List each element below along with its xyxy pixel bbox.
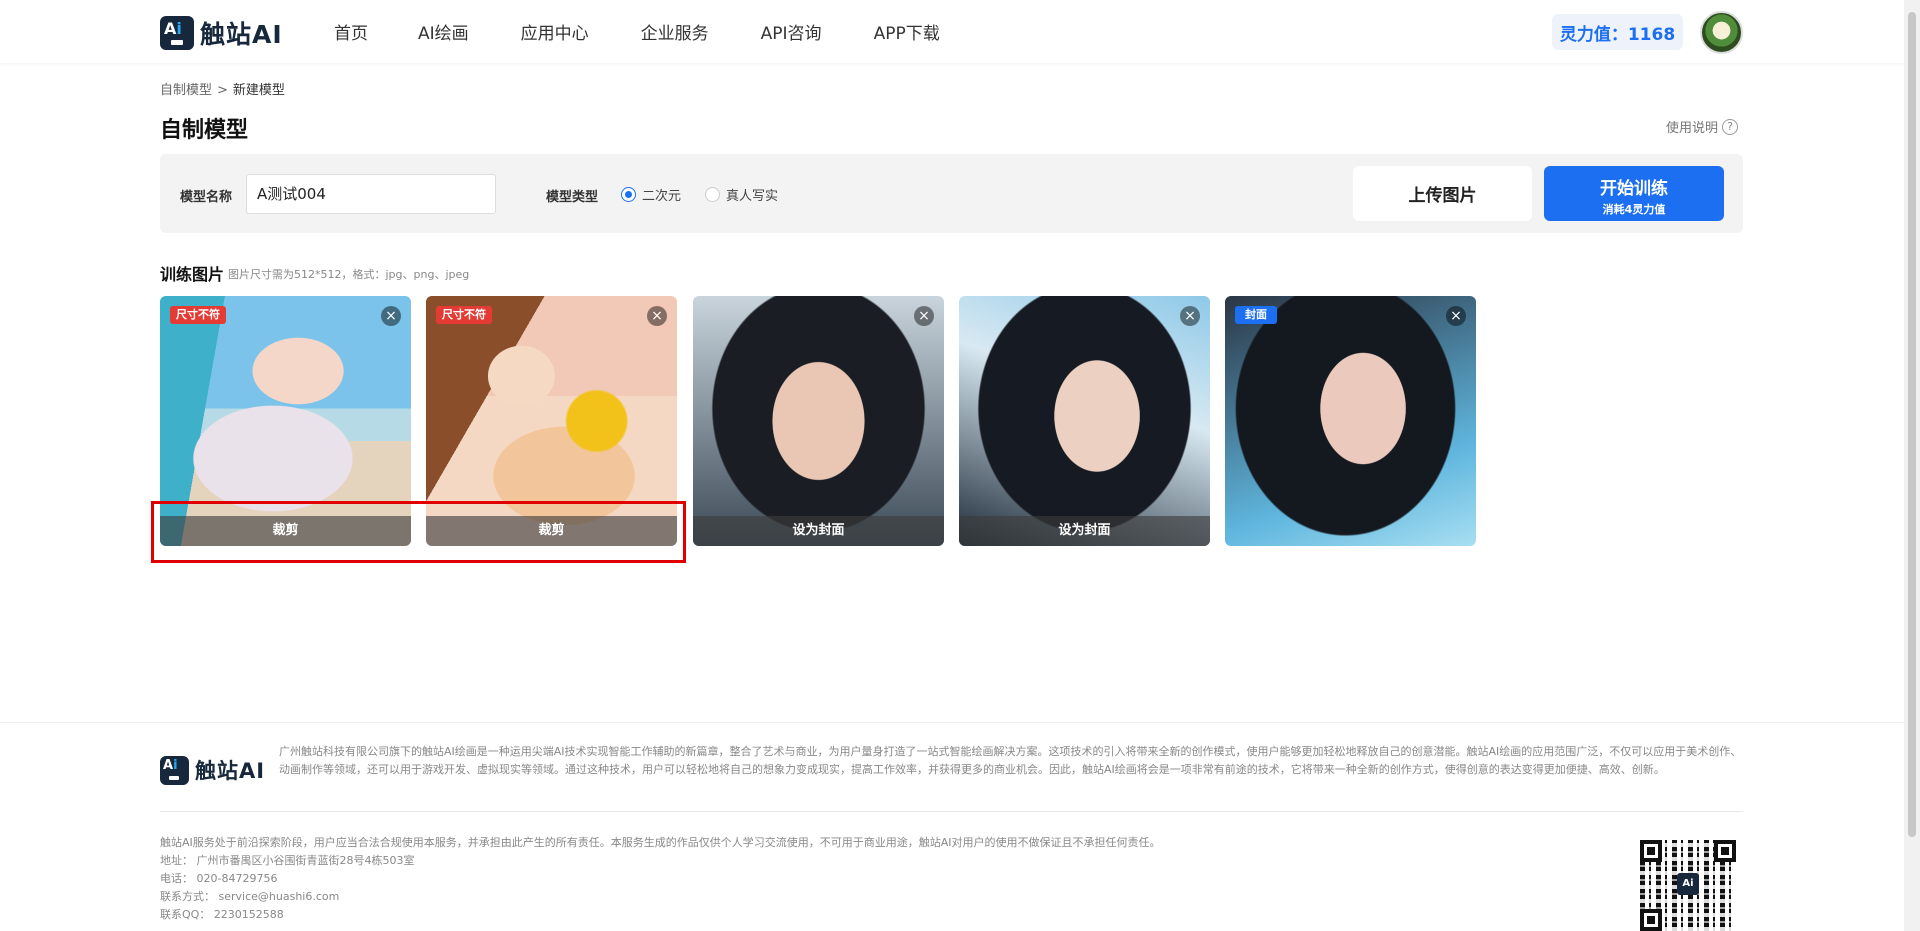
remove-image-icon[interactable]: × <box>647 306 667 326</box>
qr-finder <box>1714 840 1736 862</box>
top-header: Ai 触站AI 首页 AI绘画 应用中心 企业服务 API咨询 APP下载 灵力… <box>0 0 1904 63</box>
footer-logo-text: 触站AI <box>195 759 266 783</box>
footer-email: 联系方式： service@huashi6.com <box>160 890 340 903</box>
nav-enterprise[interactable]: 企业服务 <box>641 19 709 44</box>
usage-guide-label: 使用说明 <box>1666 121 1719 136</box>
qr-finder <box>1640 840 1662 862</box>
start-training-label: 开始训练 <box>1600 179 1668 199</box>
footer-qq: 联系QQ： 2230152588 <box>160 908 284 921</box>
type-realistic-label: 真人写实 <box>726 189 779 204</box>
site-logo[interactable]: Ai 触站AI <box>160 15 283 51</box>
model-name-input[interactable]: A测试004 <box>246 174 496 214</box>
breadcrumb-separator: > <box>217 83 228 98</box>
model-type-label: 模型类型 <box>546 190 599 205</box>
nav-app-download[interactable]: APP下载 <box>874 19 940 44</box>
page-title: 自制模型 <box>160 118 249 143</box>
remove-image-icon[interactable]: × <box>1446 306 1466 326</box>
dark-hair-girl-image <box>693 296 944 546</box>
training-image-card[interactable]: × 设为封面 <box>959 296 1210 546</box>
training-cost-label: 消耗4灵力值 <box>1602 203 1666 216</box>
set-cover-button[interactable]: 设为封面 <box>959 516 1210 546</box>
footer-disclaimer: 触站AI服务处于前沿探索阶段，用户应当合法合规使用本服务，并承担由此产生的所有责… <box>160 836 1161 849</box>
upload-images-button[interactable]: 上传图片 <box>1353 166 1532 221</box>
main-nav: 首页 AI绘画 应用中心 企业服务 API咨询 APP下载 <box>334 0 992 63</box>
logo-text: 触站AI <box>200 20 283 49</box>
page-scrollbar[interactable] <box>1904 0 1920 931</box>
type-radio-anime[interactable]: 二次元 <box>621 185 681 204</box>
model-name-label: 模型名称 <box>180 190 233 205</box>
footer-description: 广州触站科技有限公司旗下的触站AI绘画是一种运用尖端AI技术实现智能工作辅助的新… <box>279 745 1742 776</box>
qr-logo-icon: Ai <box>1677 873 1699 895</box>
nav-home[interactable]: 首页 <box>334 19 368 44</box>
nav-api[interactable]: API咨询 <box>761 19 822 44</box>
nav-ai-painting[interactable]: AI绘画 <box>418 19 469 44</box>
dark-hair-girl-image <box>1225 296 1476 546</box>
model-form-panel: 模型名称 A测试004 模型类型 二次元 真人写实 上传图片 开始训练 消耗4灵… <box>160 154 1743 233</box>
remove-image-icon[interactable]: × <box>1180 306 1200 326</box>
set-cover-button[interactable]: 设为封面 <box>693 516 944 546</box>
question-icon: ? <box>1722 118 1739 135</box>
remove-image-icon[interactable]: × <box>381 306 401 326</box>
breadcrumb-current: 新建模型 <box>232 83 285 98</box>
user-avatar[interactable] <box>1700 11 1743 54</box>
breadcrumb: 自制模型 > 新建模型 <box>160 79 285 98</box>
qr-code-image: Ai <box>1640 840 1736 931</box>
footer-logo: Ai 触站AI <box>160 755 265 785</box>
footer-phone: 电话： 020-84729756 <box>160 872 278 885</box>
footer-address: 地址： 广州市番禺区小谷围街青蓝街28号4栋503室 <box>160 854 415 867</box>
size-mismatch-badge: 尺寸不符 <box>170 306 226 324</box>
qr-finder <box>1640 909 1662 931</box>
dark-hair-girl-image <box>959 296 1210 546</box>
usage-guide-link[interactable]: 使用说明? <box>1666 117 1739 136</box>
training-images-hint: 图片尺寸需为512*512，格式：jpg、png、jpeg <box>228 268 470 281</box>
type-radio-realistic[interactable]: 真人写实 <box>705 185 778 204</box>
radio-checked-icon <box>621 187 636 202</box>
start-training-button[interactable]: 开始训练 消耗4灵力值 <box>1544 166 1724 221</box>
training-images-title: 训练图片 <box>160 265 225 284</box>
footer-top-divider <box>0 722 1904 723</box>
cover-badge: 封面 <box>1235 306 1277 324</box>
radio-unchecked-icon <box>705 187 720 202</box>
footer-divider <box>160 811 1743 812</box>
scrollbar-thumb[interactable] <box>1908 12 1916 837</box>
logo-icon: Ai <box>160 16 194 50</box>
training-image-card[interactable]: 封面 × <box>1225 296 1476 546</box>
remove-image-icon[interactable]: × <box>914 306 934 326</box>
crop-highlight-box <box>151 501 686 563</box>
type-anime-label: 二次元 <box>642 189 682 204</box>
power-balance-badge[interactable]: 灵力值：1168 <box>1552 14 1683 50</box>
logo-icon: Ai <box>160 755 189 785</box>
nav-app-center[interactable]: 应用中心 <box>521 19 589 44</box>
breadcrumb-parent[interactable]: 自制模型 <box>160 83 212 98</box>
training-image-card[interactable]: × 设为封面 <box>693 296 944 546</box>
size-mismatch-badge: 尺寸不符 <box>436 306 492 324</box>
